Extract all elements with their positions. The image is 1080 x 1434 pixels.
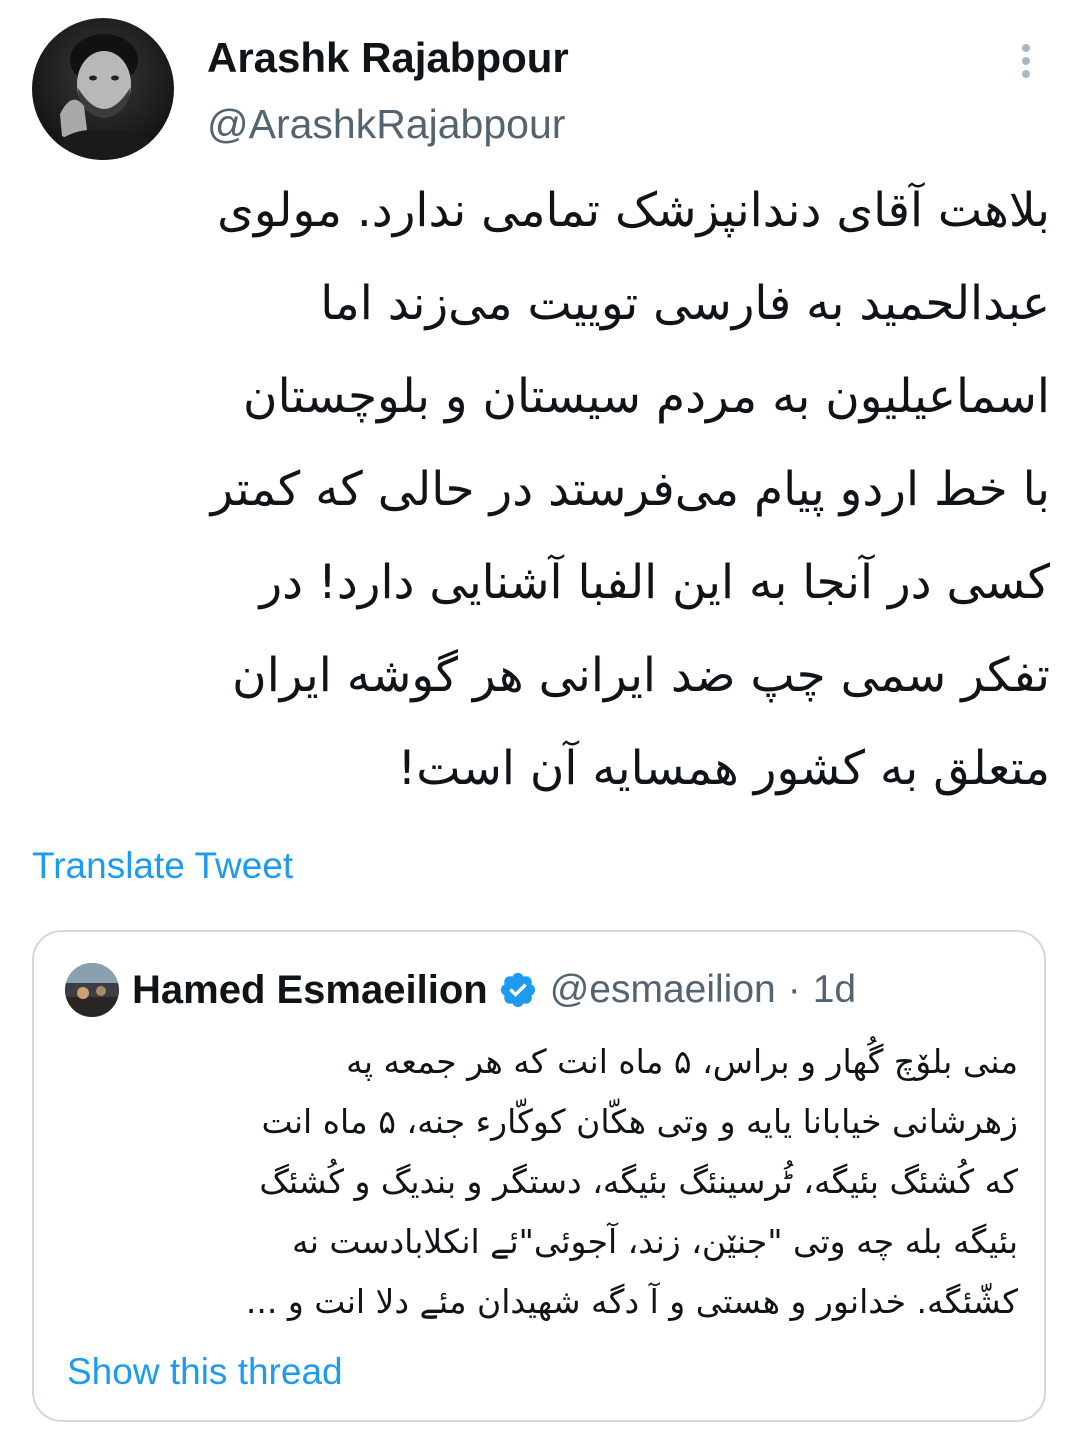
tweet-text: بلاهت آقای دندانپزشک تمامی ندارد. مولوی …: [210, 183, 1050, 796]
show-thread-link[interactable]: Show this thread: [67, 1346, 343, 1398]
translate-tweet-link[interactable]: Translate Tweet: [32, 838, 293, 894]
quoted-tweet-header: Hamed Esmaeilion @esmaeilion · 1d: [132, 960, 856, 1020]
author-display-name[interactable]: Arashk Rajabpour: [207, 30, 569, 86]
separator-dot: ·: [787, 968, 801, 1011]
author-handle[interactable]: @ArashkRajabpour: [207, 96, 565, 152]
quoted-author-handle[interactable]: @esmaeilion: [550, 968, 776, 1012]
quoted-tweet-text: منی بلۆچ گُهار و براس، ۵ ماه انت که هر ج…: [245, 1042, 1018, 1321]
quoted-tweet-time[interactable]: 1d: [813, 968, 856, 1012]
verified-badge-icon: [498, 970, 538, 1010]
vertical-ellipsis-icon[interactable]: [1004, 36, 1048, 86]
quoted-author-avatar[interactable]: [65, 963, 119, 1017]
quoted-tweet-card[interactable]: Hamed Esmaeilion @esmaeilion · 1d منی بل…: [32, 930, 1046, 1422]
quoted-author-name[interactable]: Hamed Esmaeilion: [132, 968, 488, 1013]
author-avatar[interactable]: [32, 18, 174, 160]
